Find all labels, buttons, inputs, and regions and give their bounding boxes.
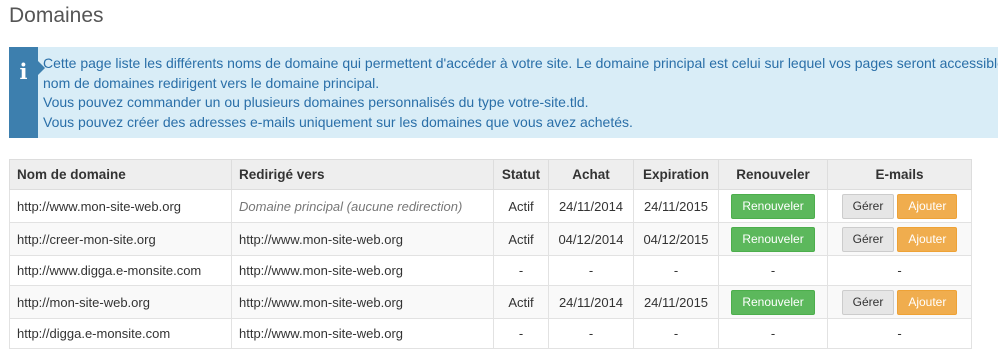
info-line: Cette page liste les différents noms de … bbox=[43, 55, 998, 71]
manage-emails-button[interactable]: Gérer bbox=[841, 226, 895, 252]
status-cell: - bbox=[493, 318, 549, 349]
page-title: Domaines bbox=[9, 4, 104, 27]
emails-cell: - bbox=[827, 318, 972, 349]
renew-button[interactable]: Renouveler bbox=[731, 193, 815, 219]
status-cell: Actif bbox=[493, 189, 549, 223]
domain-cell: http://digga.e-monsite.com bbox=[9, 318, 232, 349]
manage-emails-button[interactable]: Gérer bbox=[841, 289, 895, 315]
info-alert-strip: i bbox=[9, 47, 38, 138]
redirect-cell: http://www.mon-site-web.org bbox=[231, 318, 494, 349]
expiration-date-cell: - bbox=[633, 255, 719, 286]
purchase-date-cell: 04/12/2014 bbox=[548, 222, 634, 256]
renew-cell: Renouveler bbox=[718, 189, 828, 223]
expiration-date-cell: - bbox=[633, 318, 719, 349]
column-header-emails: E-mails bbox=[827, 159, 972, 190]
manage-emails-button[interactable]: Gérer bbox=[841, 193, 895, 219]
renew-cell: Renouveler bbox=[718, 222, 828, 256]
column-header-domain: Nom de domaine bbox=[9, 159, 232, 190]
add-email-button[interactable]: Ajouter bbox=[897, 289, 958, 315]
expiration-date-cell: 24/11/2015 bbox=[633, 285, 719, 319]
redirect-cell: http://www.mon-site-web.org bbox=[231, 222, 494, 256]
info-line: Vous pouvez créer des adresses e-mails u… bbox=[43, 113, 633, 130]
column-header-renew: Renouveler bbox=[718, 159, 828, 190]
table-row: http://creer-mon-site.org http://www.mon… bbox=[9, 222, 972, 256]
table-row: http://www.digga.e-monsite.com http://ww… bbox=[9, 255, 972, 286]
expiration-date-cell: 04/12/2015 bbox=[633, 222, 719, 256]
domain-cell: http://www.mon-site-web.org bbox=[9, 189, 232, 223]
status-cell: - bbox=[493, 255, 549, 286]
renew-button[interactable]: Renouveler bbox=[731, 289, 815, 315]
renew-cell: - bbox=[718, 255, 828, 286]
column-header-expiration: Expiration bbox=[633, 159, 719, 190]
domain-cell: http://creer-mon-site.org bbox=[9, 222, 232, 256]
purchase-date-cell: 24/11/2014 bbox=[548, 285, 634, 319]
column-header-purchase: Achat bbox=[548, 159, 634, 190]
emails-cell: Gérer Ajouter bbox=[827, 189, 972, 223]
redirect-cell: http://www.mon-site-web.org bbox=[231, 285, 494, 319]
add-email-button[interactable]: Ajouter bbox=[897, 193, 958, 219]
info-icon: i bbox=[19, 59, 28, 84]
status-cell: Actif bbox=[493, 285, 549, 319]
emails-cell: Gérer Ajouter bbox=[827, 222, 972, 256]
renew-button[interactable]: Renouveler bbox=[731, 226, 815, 252]
redirect-cell: http://www.mon-site-web.org bbox=[231, 255, 494, 286]
renew-cell: - bbox=[718, 318, 828, 349]
column-header-redirect: Redirigé vers bbox=[231, 159, 494, 190]
info-line: nom de domaines redirigent vers le domai… bbox=[43, 74, 380, 91]
emails-cell: Gérer Ajouter bbox=[827, 285, 972, 319]
purchase-date-cell: 24/11/2014 bbox=[548, 189, 634, 223]
info-alert: i Cette page liste les différents noms d… bbox=[9, 47, 998, 138]
table-row: http://www.mon-site-web.org Domaine prin… bbox=[9, 189, 972, 223]
domain-cell: http://mon-site-web.org bbox=[9, 285, 232, 319]
expiration-date-cell: 24/11/2015 bbox=[633, 189, 719, 223]
info-line: Vous pouvez commander un ou plusieurs do… bbox=[43, 94, 589, 110]
table-header-row: Nom de domaine Redirigé vers Statut Acha… bbox=[9, 159, 972, 190]
domains-table: Nom de domaine Redirigé vers Statut Acha… bbox=[9, 159, 972, 349]
add-email-button[interactable]: Ajouter bbox=[897, 226, 958, 252]
status-cell: Actif bbox=[493, 222, 549, 256]
table-row: http://digga.e-monsite.com http://www.mo… bbox=[9, 318, 972, 349]
info-alert-text: Cette page liste les différents noms de … bbox=[43, 54, 998, 132]
emails-cell: - bbox=[827, 255, 972, 286]
renew-cell: Renouveler bbox=[718, 285, 828, 319]
purchase-date-cell: - bbox=[548, 255, 634, 286]
redirect-cell: Domaine principal (aucune redirection) bbox=[231, 189, 494, 223]
column-header-status: Statut bbox=[493, 159, 549, 190]
domain-cell: http://www.digga.e-monsite.com bbox=[9, 255, 232, 286]
table-row: http://mon-site-web.org http://www.mon-s… bbox=[9, 285, 972, 319]
purchase-date-cell: - bbox=[548, 318, 634, 349]
